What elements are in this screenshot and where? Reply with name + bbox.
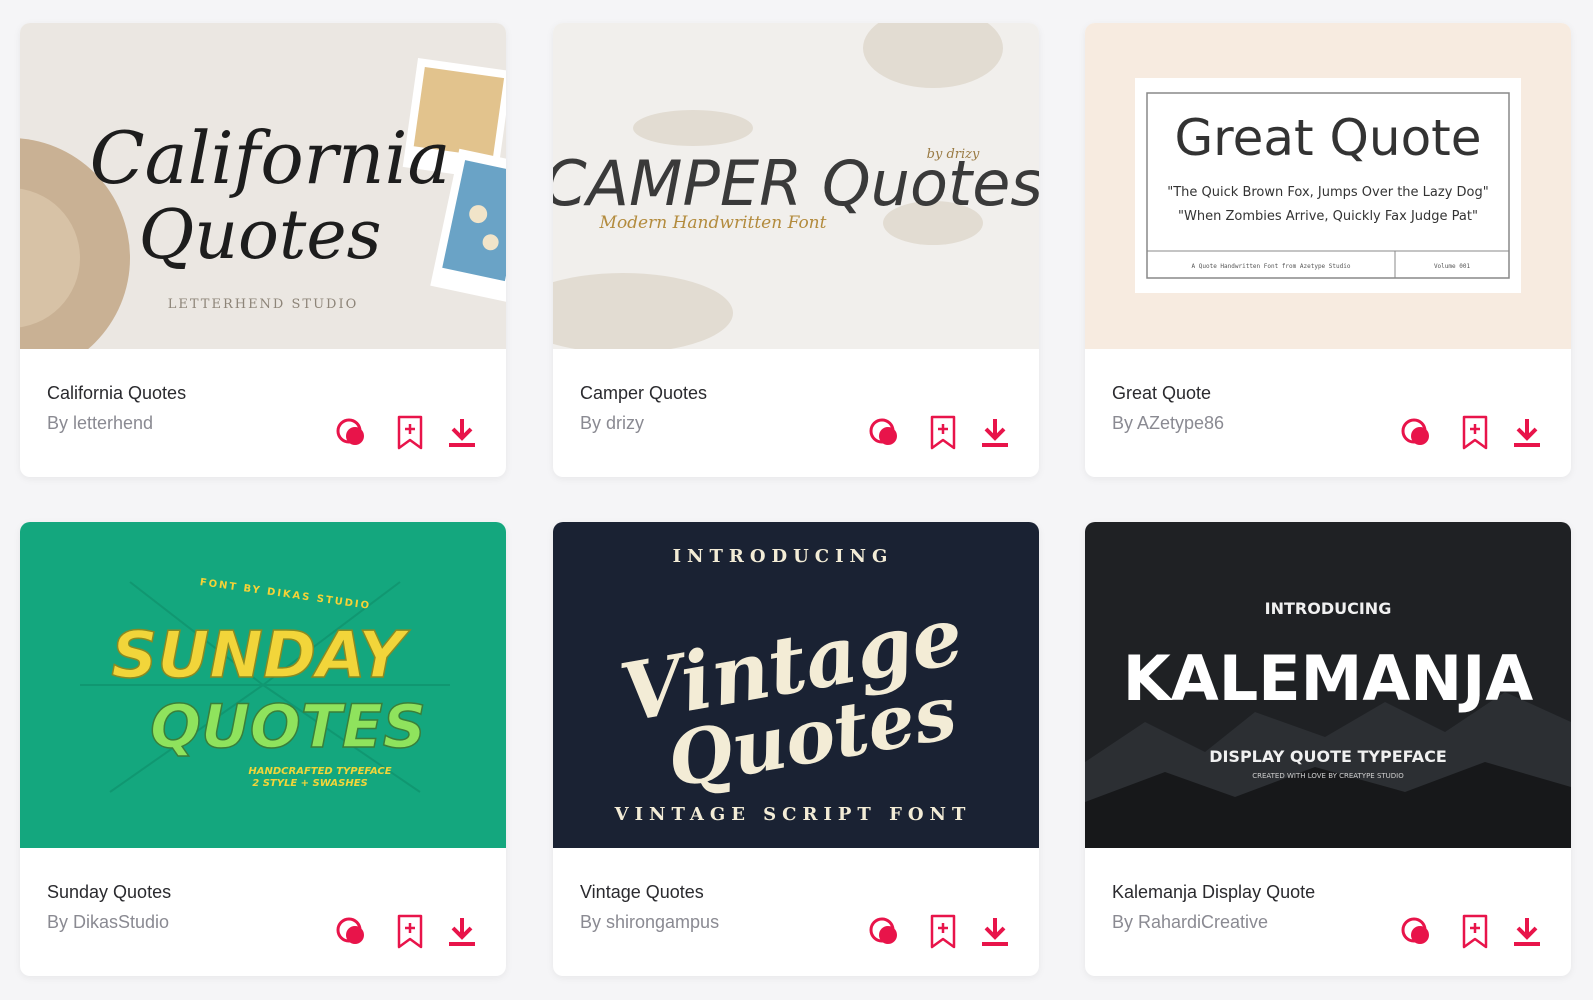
compare-button[interactable] — [1397, 912, 1437, 952]
font-preview-image[interactable]: INTRODUCING KALEMANJA DISPLAY QUOTE TYPE… — [1085, 522, 1571, 848]
download-button[interactable] — [975, 912, 1015, 952]
great-quote-preview: Great Quote "The Quick Brown Fox, Jumps … — [1085, 23, 1571, 349]
bookmark-add-icon — [930, 415, 956, 450]
font-author[interactable]: By AZetype86 — [1112, 413, 1224, 434]
kalemanja-preview: INTRODUCING KALEMANJA DISPLAY QUOTE TYPE… — [1085, 522, 1571, 848]
download-button[interactable] — [442, 413, 482, 453]
preview-studio: LETTERHEND STUDIO — [168, 297, 359, 312]
compare-button[interactable] — [865, 413, 905, 453]
font-card[interactable]: CAMPER Quotes by drizy Modern Handwritte… — [553, 23, 1039, 477]
font-author[interactable]: By shirongampus — [580, 912, 719, 933]
save-button[interactable] — [923, 413, 963, 453]
download-icon — [982, 419, 1008, 447]
preview-footer-right: Volume 001 — [1434, 263, 1471, 270]
compare-circles-icon — [1401, 917, 1429, 944]
compare-circles-icon — [1401, 418, 1429, 445]
font-preview-image[interactable]: Great Quote "The Quick Brown Fox, Jumps … — [1085, 23, 1571, 349]
preview-main: KALEMANJA — [1123, 642, 1534, 715]
font-title[interactable]: Vintage Quotes — [580, 882, 704, 903]
preview-line1: California — [90, 116, 451, 200]
card-actions — [1397, 912, 1547, 952]
font-title[interactable]: Kalemanja Display Quote — [1112, 882, 1315, 903]
font-title[interactable]: Great Quote — [1112, 383, 1211, 404]
save-button[interactable] — [1455, 912, 1495, 952]
font-card[interactable]: Great Quote "The Quick Brown Fox, Jumps … — [1085, 23, 1571, 477]
preview-byline: by drizy — [927, 147, 980, 162]
bookmark-add-icon — [1462, 415, 1488, 450]
download-icon — [1514, 419, 1540, 447]
download-button[interactable] — [1507, 413, 1547, 453]
preview-footer-left: A Quote Handwritten Font from Azetype St… — [1192, 263, 1351, 270]
california-quotes-preview: California Quotes LETTERHEND STUDIO — [20, 23, 506, 349]
preview-credit: CREATED WITH LOVE BY CREATYPE STUDIO — [1252, 772, 1404, 780]
font-preview-image[interactable]: California Quotes LETTERHEND STUDIO — [20, 23, 506, 349]
compare-circles-icon — [869, 917, 897, 944]
card-actions — [865, 912, 1015, 952]
font-author[interactable]: By drizy — [580, 413, 644, 434]
preview-line2: Quotes — [139, 196, 382, 275]
sunday-quotes-preview: FONT BY DIKAS STUDIO SUNDAY QUOTES HANDC… — [20, 522, 506, 848]
card-actions — [865, 413, 1015, 453]
font-title[interactable]: Sunday Quotes — [47, 882, 171, 903]
preview-top: INTRODUCING — [1265, 599, 1392, 618]
bookmark-add-icon — [930, 914, 956, 949]
save-button[interactable] — [390, 413, 430, 453]
compare-button[interactable] — [332, 413, 372, 453]
font-preview-image[interactable]: INTRODUCING Vintage Quotes VINTAGE SCRIP… — [553, 522, 1039, 848]
download-button[interactable] — [975, 413, 1015, 453]
preview-line1: SUNDAY — [111, 619, 410, 693]
compare-circles-icon — [869, 418, 897, 445]
font-title[interactable]: Camper Quotes — [580, 383, 707, 404]
preview-bottom: VINTAGE SCRIPT FONT — [614, 804, 972, 825]
save-button[interactable] — [390, 912, 430, 952]
font-card[interactable]: INTRODUCING Vintage Quotes VINTAGE SCRIP… — [553, 522, 1039, 976]
compare-button[interactable] — [332, 912, 372, 952]
download-icon — [449, 419, 475, 447]
preview-quote1: "The Quick Brown Fox, Jumps Over the Laz… — [1167, 185, 1488, 200]
bookmark-add-icon — [397, 914, 423, 949]
font-author[interactable]: By DikasStudio — [47, 912, 169, 933]
preview-sub: DISPLAY QUOTE TYPEFACE — [1209, 747, 1447, 766]
compare-circles-icon — [336, 418, 364, 445]
save-button[interactable] — [923, 912, 963, 952]
font-card[interactable]: California Quotes LETTERHEND STUDIO Cali… — [20, 23, 506, 477]
preview-sub2: 2 STYLE + SWASHES — [252, 778, 367, 789]
preview-sub: Modern Handwritten Font — [599, 213, 827, 233]
preview-quote2: "When Zombies Arrive, Quickly Fax Judge … — [1178, 209, 1478, 224]
card-actions — [332, 413, 482, 453]
camper-quotes-preview: CAMPER Quotes by drizy Modern Handwritte… — [553, 23, 1039, 349]
preview-line2: QUOTES — [150, 692, 426, 762]
preview-top: INTRODUCING — [673, 546, 894, 567]
font-preview-image[interactable]: CAMPER Quotes by drizy Modern Handwritte… — [553, 23, 1039, 349]
font-results-grid: California Quotes LETTERHEND STUDIO Cali… — [0, 0, 1593, 1000]
preview-main: Great Quote — [1174, 109, 1481, 167]
preview-sub1: HANDCRAFTED TYPEFACE — [248, 766, 391, 777]
vintage-quotes-preview: INTRODUCING Vintage Quotes VINTAGE SCRIP… — [553, 522, 1039, 848]
card-actions — [332, 912, 482, 952]
download-button[interactable] — [1507, 912, 1547, 952]
font-card[interactable]: INTRODUCING KALEMANJA DISPLAY QUOTE TYPE… — [1085, 522, 1571, 976]
card-actions — [1397, 413, 1547, 453]
font-card[interactable]: FONT BY DIKAS STUDIO SUNDAY QUOTES HANDC… — [20, 522, 506, 976]
font-author[interactable]: By letterhend — [47, 413, 153, 434]
download-icon — [982, 918, 1008, 946]
font-author[interactable]: By RahardiCreative — [1112, 912, 1268, 933]
download-icon — [449, 918, 475, 946]
compare-button[interactable] — [865, 912, 905, 952]
download-button[interactable] — [442, 912, 482, 952]
compare-button[interactable] — [1397, 413, 1437, 453]
compare-circles-icon — [336, 917, 364, 944]
bookmark-add-icon — [397, 415, 423, 450]
save-button[interactable] — [1455, 413, 1495, 453]
bookmark-add-icon — [1462, 914, 1488, 949]
font-preview-image[interactable]: FONT BY DIKAS STUDIO SUNDAY QUOTES HANDC… — [20, 522, 506, 848]
font-title[interactable]: California Quotes — [47, 383, 186, 404]
download-icon — [1514, 918, 1540, 946]
